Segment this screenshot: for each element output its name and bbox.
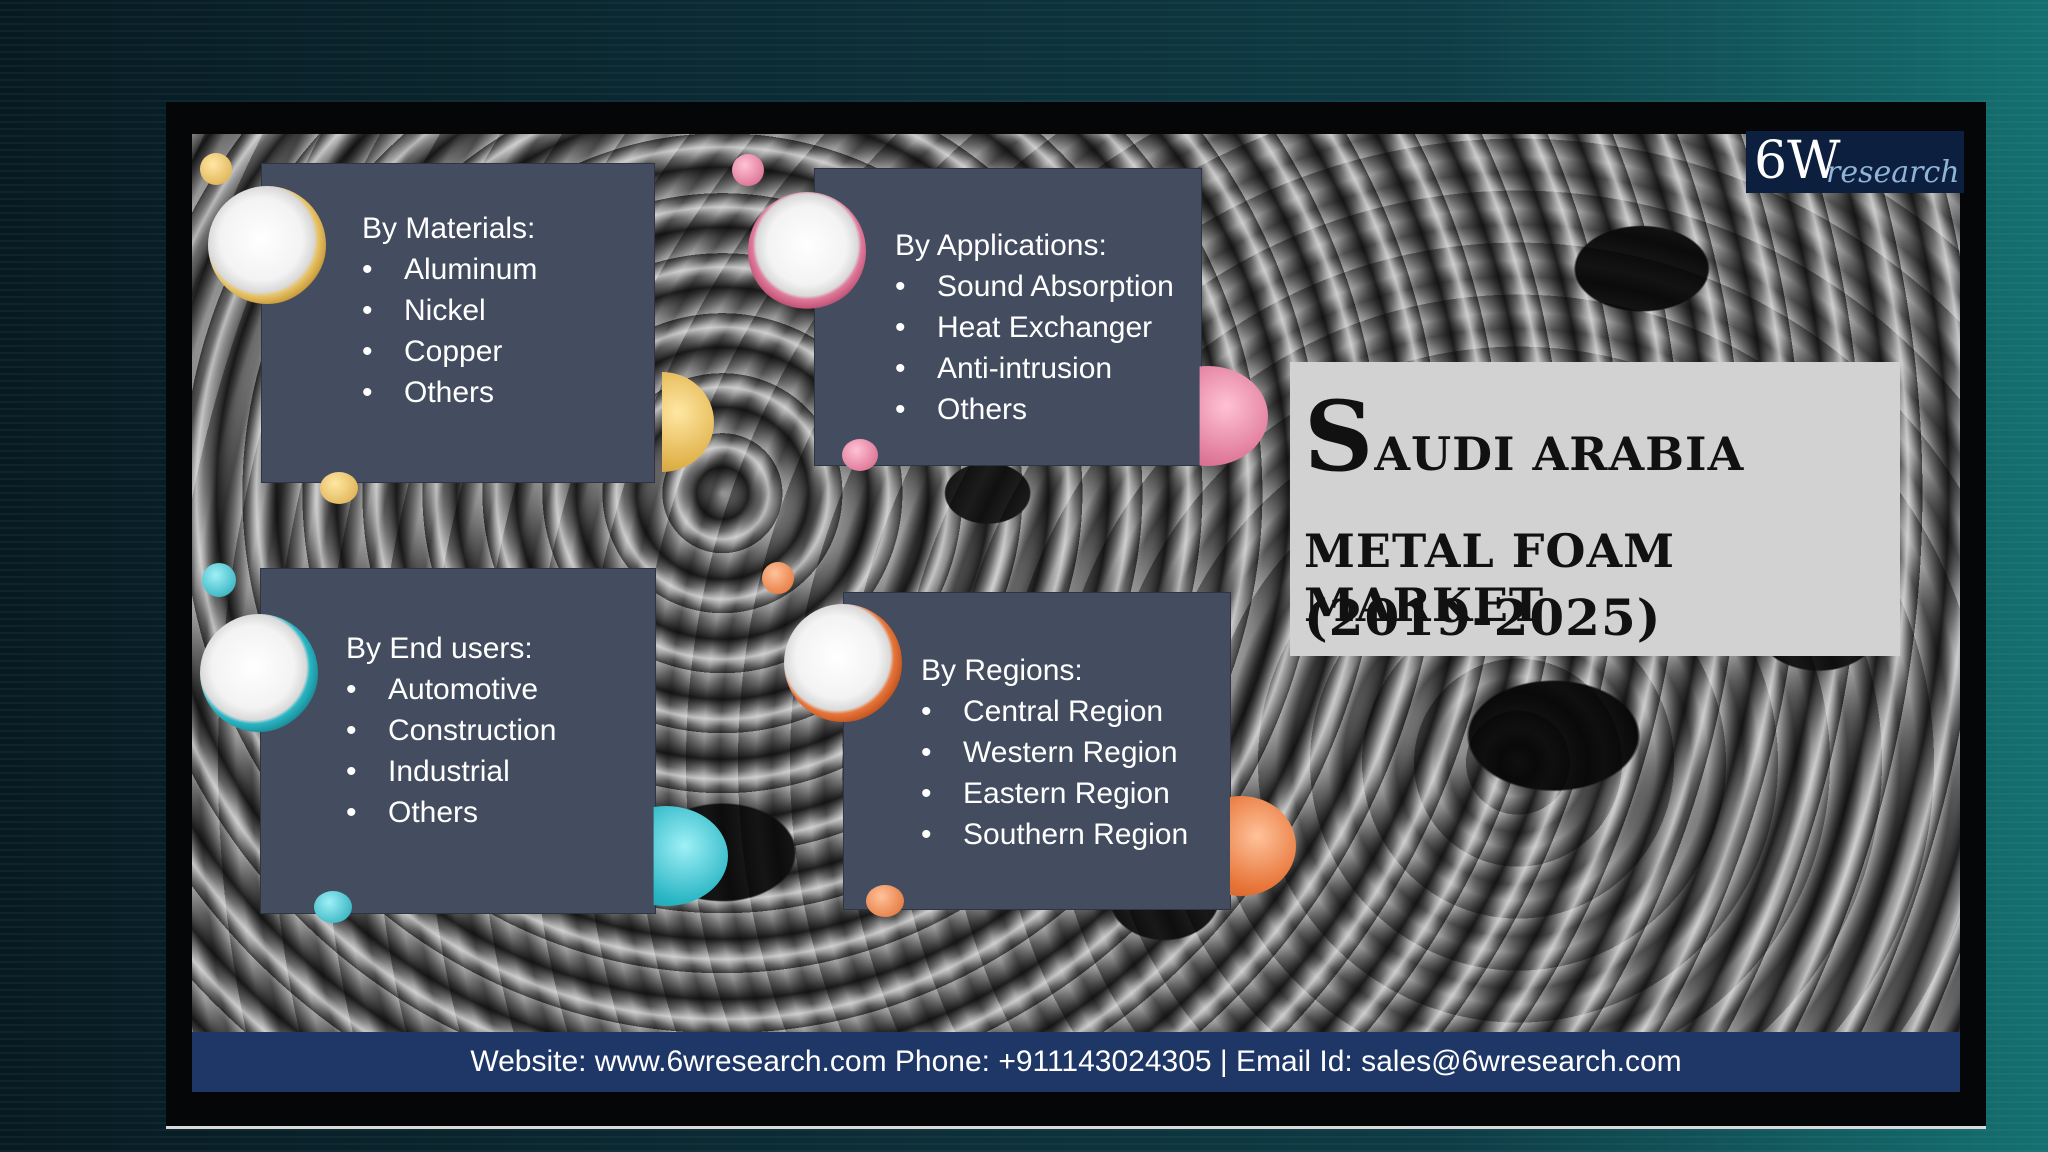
list-item: Heat Exchanger — [895, 307, 1174, 348]
title-drop-cap: S — [1304, 380, 1375, 493]
list-item: Anti-intrusion — [895, 348, 1174, 389]
title-line-1-rest: AUDI ARABIA — [1374, 427, 1745, 481]
list-item: Others — [895, 389, 1174, 430]
materials-heading: By Materials: — [362, 212, 536, 245]
materials-orb — [208, 186, 326, 304]
list-item: Industrial — [346, 751, 556, 792]
list-item: Southern Region — [921, 814, 1188, 855]
applications-orb — [748, 192, 866, 310]
gold-bubble — [200, 153, 232, 185]
orange-bubble — [762, 562, 794, 594]
list-item: Others — [346, 792, 556, 833]
orange-bubble — [866, 885, 904, 917]
gold-bubble — [320, 472, 358, 504]
end-users-box: By End users: Automotive Construction In… — [260, 568, 656, 914]
pink-bubble — [732, 154, 764, 186]
end-users-list: Automotive Construction Industrial Other… — [346, 669, 556, 833]
regions-box: By Regions: Central Region Western Regio… — [843, 592, 1231, 910]
logo-research-text: research — [1826, 155, 1960, 190]
contact-footer: Website: www.6wresearch.com Phone: +9111… — [192, 1032, 1960, 1092]
list-item: Construction — [346, 710, 556, 751]
list-item: Eastern Region — [921, 773, 1188, 814]
end-users-orb — [200, 614, 318, 732]
regions-list: Central Region Western Region Eastern Re… — [921, 691, 1188, 855]
materials-box: By Materials: Aluminum Nickel Copper Oth… — [261, 163, 655, 483]
title-line-3: (2019-2025) — [1304, 588, 1662, 647]
pink-bubble — [842, 439, 878, 471]
list-item: Copper — [362, 331, 537, 372]
list-item: Aluminum — [362, 249, 537, 290]
list-item: Western Region — [921, 732, 1188, 773]
end-users-heading: By End users: — [346, 632, 533, 665]
list-item: Automotive — [346, 669, 556, 710]
applications-list: Sound Absorption Heat Exchanger Anti-int… — [895, 266, 1174, 430]
list-item: Sound Absorption — [895, 266, 1174, 307]
materials-list: Aluminum Nickel Copper Others — [362, 249, 537, 413]
teal-bubble — [202, 563, 236, 597]
title-line-1: SAUDI ARABIA — [1304, 389, 1745, 485]
teal-bubble — [314, 891, 352, 923]
regions-heading: By Regions: — [921, 654, 1083, 687]
applications-box: By Applications: Sound Absorption Heat E… — [814, 168, 1202, 466]
list-item: Others — [362, 372, 537, 413]
applications-heading: By Applications: — [895, 229, 1107, 262]
list-item: Central Region — [921, 691, 1188, 732]
list-item: Nickel — [362, 290, 537, 331]
report-title-box: SAUDI ARABIA METAL FOAM MARKET (2019-202… — [1290, 362, 1900, 656]
regions-orb — [784, 604, 902, 722]
6w-research-logo: 6W research — [1746, 131, 1964, 193]
